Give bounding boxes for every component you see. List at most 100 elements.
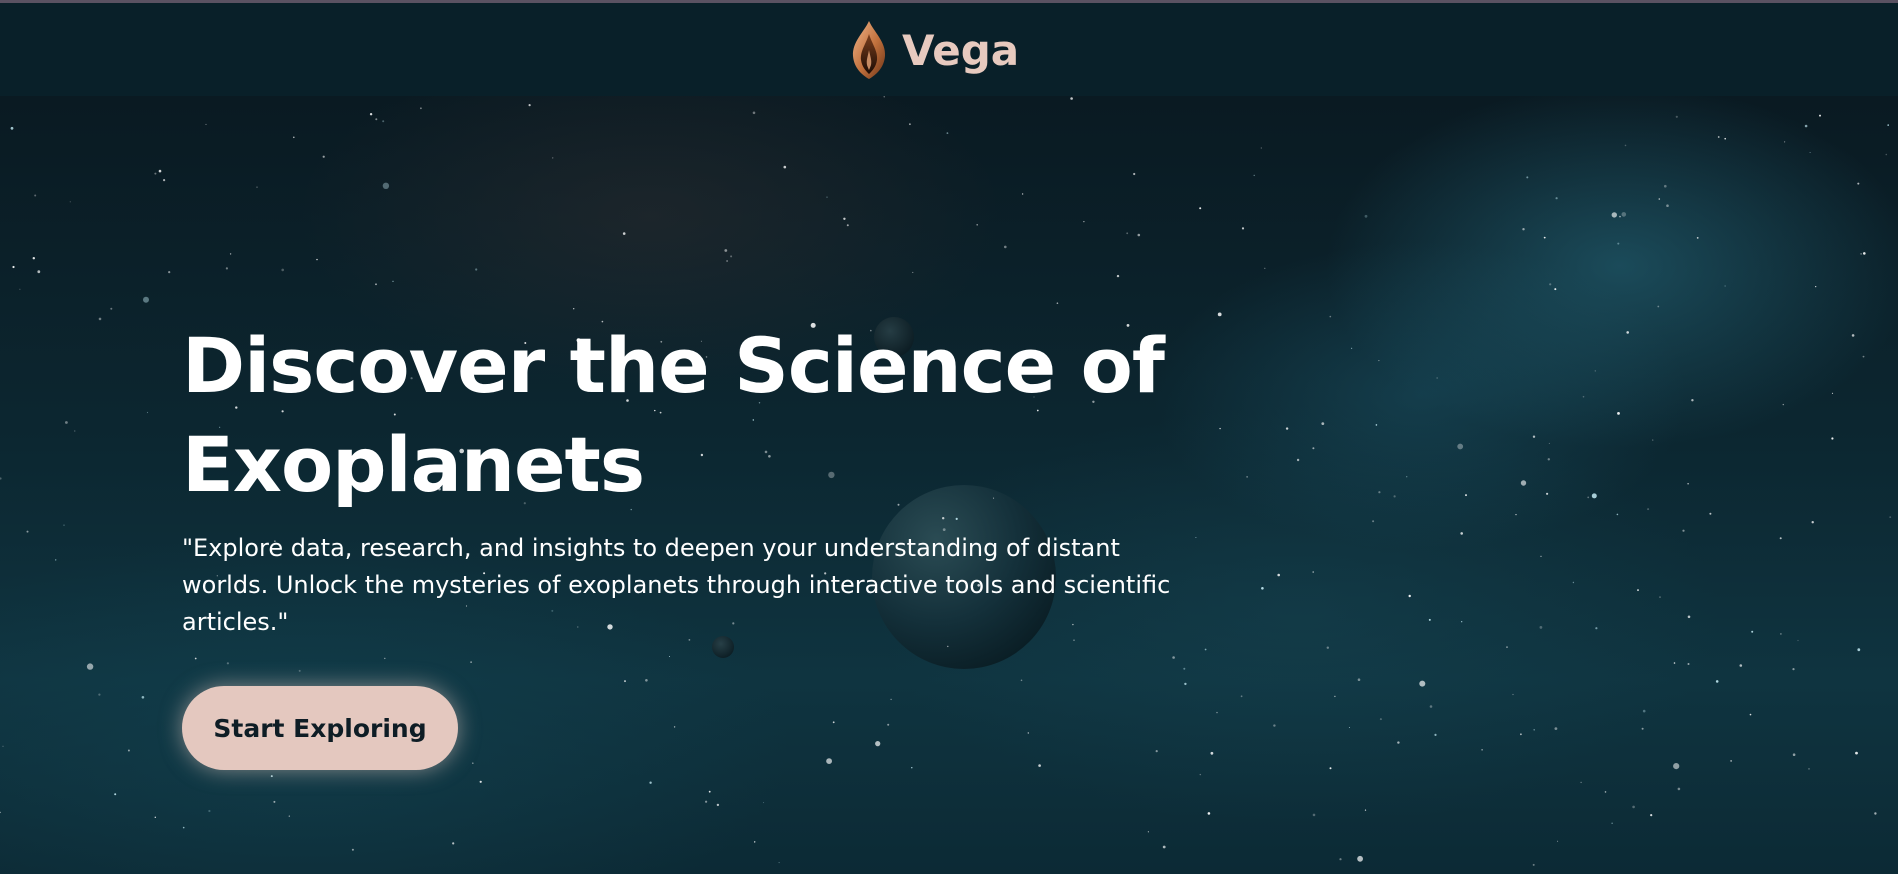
star <box>1739 664 1743 667</box>
star <box>55 559 57 561</box>
star <box>1617 412 1620 415</box>
star <box>552 157 554 159</box>
star <box>763 802 765 804</box>
star <box>1406 476 1408 478</box>
star <box>1717 136 1720 138</box>
star <box>1070 97 1073 100</box>
star <box>1532 435 1536 438</box>
star <box>1780 633 1782 635</box>
star <box>1329 315 1332 318</box>
star <box>194 657 197 660</box>
star <box>226 662 229 665</box>
star <box>942 517 945 520</box>
star <box>98 693 101 696</box>
star <box>1677 787 1681 791</box>
star <box>1749 713 1752 716</box>
star <box>875 741 881 747</box>
star <box>1481 749 1483 751</box>
star <box>1021 193 1024 195</box>
star <box>1428 618 1431 621</box>
star <box>12 265 15 269</box>
star <box>1155 750 1158 753</box>
star <box>1687 483 1689 485</box>
star <box>1532 863 1535 866</box>
star <box>37 270 41 274</box>
star <box>783 165 787 169</box>
star <box>832 721 835 724</box>
star <box>208 809 211 813</box>
star <box>1526 176 1529 179</box>
star <box>110 307 113 310</box>
star <box>375 118 378 121</box>
star <box>1133 172 1136 176</box>
star <box>883 96 885 98</box>
star <box>98 317 102 321</box>
star <box>382 120 385 123</box>
star <box>1784 141 1786 143</box>
star <box>1457 443 1464 450</box>
star <box>322 155 325 158</box>
star <box>1580 781 1582 784</box>
star <box>1162 845 1166 849</box>
star <box>1172 656 1175 659</box>
star <box>1240 695 1243 698</box>
star <box>1397 741 1400 744</box>
star <box>1539 626 1543 629</box>
star <box>1696 237 1699 239</box>
star <box>673 726 676 728</box>
star <box>1329 767 1332 770</box>
star <box>1595 627 1598 630</box>
star <box>1641 727 1644 730</box>
start-exploring-button[interactable]: Start Exploring <box>182 686 458 770</box>
star <box>1199 773 1202 776</box>
star <box>1126 232 1129 235</box>
star <box>1857 648 1861 652</box>
star <box>754 841 756 843</box>
star <box>1819 114 1821 117</box>
star <box>1652 439 1654 441</box>
star <box>826 758 832 764</box>
star <box>1461 621 1463 623</box>
star <box>946 132 949 134</box>
star <box>1621 212 1627 217</box>
star <box>1264 267 1266 269</box>
star <box>1554 727 1558 730</box>
star <box>34 194 37 197</box>
star <box>1650 814 1653 817</box>
star <box>1038 764 1041 767</box>
star <box>1572 581 1575 584</box>
star <box>420 107 422 110</box>
star <box>955 517 958 520</box>
star <box>1137 233 1141 237</box>
hero-section: Discover the Science of Exoplanets "Expl… <box>0 96 1898 874</box>
star <box>1724 137 1726 140</box>
star <box>1658 198 1661 200</box>
star <box>1808 768 1810 770</box>
star <box>0 811 1 814</box>
brand[interactable]: Vega <box>850 19 1019 81</box>
star <box>10 126 14 130</box>
star <box>1632 805 1635 809</box>
star <box>1364 214 1368 218</box>
star <box>1724 285 1726 287</box>
star <box>1004 245 1007 249</box>
star <box>1285 427 1289 430</box>
star <box>479 780 482 783</box>
star <box>1506 646 1508 648</box>
star <box>1582 395 1585 398</box>
star <box>1540 555 1542 557</box>
star <box>225 267 228 270</box>
star <box>351 848 354 851</box>
star <box>293 136 295 139</box>
star <box>1626 331 1629 334</box>
star <box>1334 695 1336 698</box>
star <box>1515 514 1517 516</box>
star <box>1434 733 1437 737</box>
star <box>1277 573 1280 577</box>
star <box>154 172 157 175</box>
star <box>890 698 892 701</box>
star <box>645 679 648 682</box>
star <box>384 657 386 660</box>
star <box>1730 760 1732 762</box>
star <box>1862 355 1865 358</box>
